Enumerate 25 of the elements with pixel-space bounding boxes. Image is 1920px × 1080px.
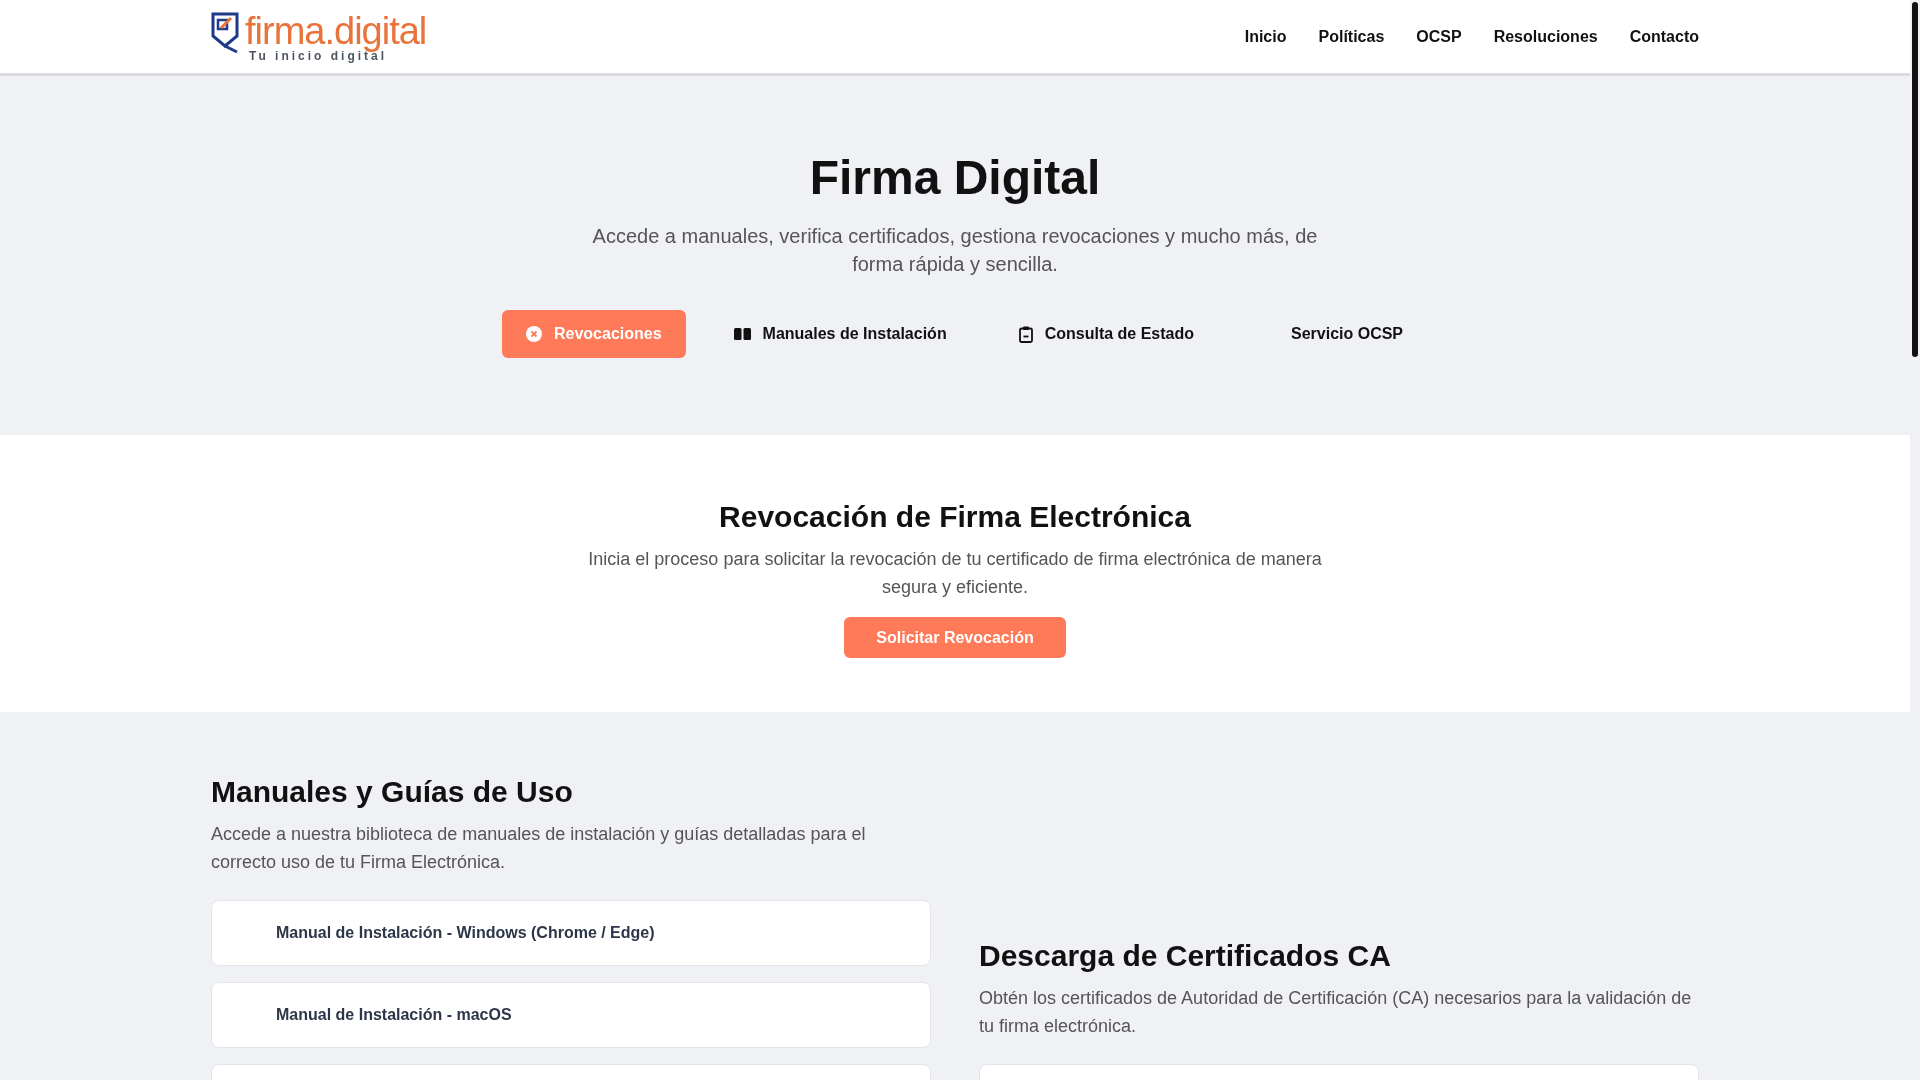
section-title: Revocación de Firma Electrónica — [719, 499, 1191, 535]
section-title: Descarga de Certificados CA — [979, 938, 1392, 974]
manual-card[interactable]: Manual de Instalación - Windows (Chrome / Edge) — [211, 900, 931, 966]
nav-link[interactable]: OCSP — [1416, 24, 1462, 49]
nav-link[interactable]: Resoluciones — [1493, 24, 1598, 49]
action-button[interactable]: Servicio OCSP — [1242, 310, 1452, 358]
action-button[interactable]: Consulta de Estado — [994, 310, 1218, 358]
section-text: Accede a nuestra biblioteca de manuales de instalación y guías detalladas para el correcto uso de tu Firma Electrónica. — [211, 823, 867, 874]
close-circle-icon — [526, 326, 542, 342]
section-text: Obtén los certificados de Autoridad de Certificación (CA) necesarios para la validación de tu firma electrónica. — [979, 987, 1693, 1038]
shield-icon — [211, 11, 241, 54]
hero-subtitle: Accede a manuales, verifica certificados, gestiona revocaciones y mucho más, de forma rápida y sencilla. — [591, 224, 1319, 277]
nav-link[interactable]: Inicio — [1244, 24, 1287, 49]
hero-title: Firma Digital — [809, 150, 1101, 206]
logo[interactable]: firma.digital Tu inicio digital — [211, 11, 427, 62]
section-title: Manuales y Guías de Uso — [211, 774, 574, 810]
clipboard-icon — [1018, 325, 1033, 343]
action-button[interactable]: Manuales de Instalación — [709, 310, 971, 358]
nav-link[interactable]: Políticas — [1318, 24, 1385, 49]
logo-text: firma.digital — [245, 11, 427, 50]
scrollbar-thumb[interactable] — [1912, 2, 1918, 357]
manual-card[interactable]: Manual de Instalación - macOS — [211, 982, 931, 1048]
nav-link[interactable]: Contacto — [1629, 24, 1699, 49]
section-text: Inicia el proceso para solicitar la revocación de tu certificado de firma electrónica de manera segura y eficiente. — [587, 548, 1323, 599]
book-icon — [733, 327, 751, 341]
